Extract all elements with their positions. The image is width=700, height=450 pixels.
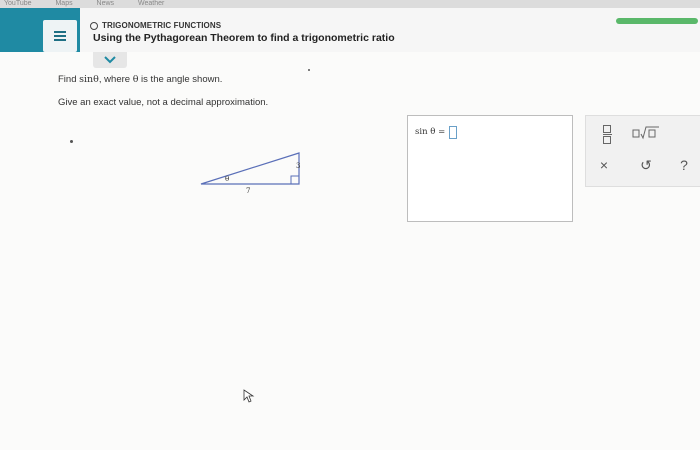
main-content — [0, 52, 700, 450]
browser-bookmarks-bar: YouTube Maps News Weather — [0, 0, 700, 8]
topic-label: TRIGONOMETRIC FUNCTIONS — [102, 21, 222, 30]
question-instruction: Give an exact value, not a decimal appro… — [58, 97, 269, 108]
side-label: 3 — [296, 162, 300, 170]
close-icon: × — [599, 157, 609, 173]
prompt-suffix: is the angle shown. — [138, 74, 223, 85]
undo-button[interactable]: ↺ — [638, 157, 654, 173]
bookmark-youtube[interactable]: YouTube — [4, 0, 32, 7]
topic-heading: TRIGONOMETRIC FUNCTIONS — [90, 21, 221, 30]
answer-label: sin θ = — [415, 127, 446, 137]
angle-label: θ — [225, 175, 229, 183]
page-title: Using the Pythagorean Theorem to find a … — [93, 32, 395, 44]
prompt-math: sinθ — [79, 74, 99, 85]
bookmark-weather[interactable]: Weather — [138, 0, 164, 7]
question-prompt: Find sinθ, where θ is the angle shown. — [58, 74, 222, 85]
hamburger-icon — [54, 30, 66, 42]
header-panel: TRIGONOMETRIC FUNCTIONS Using the Pythag… — [80, 8, 700, 52]
prompt-prefix: Find — [58, 74, 80, 85]
progress-bar — [616, 18, 698, 24]
clear-button[interactable]: × — [596, 157, 612, 173]
triangle-shape — [200, 152, 300, 185]
bookmark-news[interactable]: News — [97, 0, 115, 7]
header-left-bar — [0, 8, 26, 52]
topic-circle-icon — [90, 21, 98, 30]
fraction-button[interactable] — [600, 124, 614, 144]
menu-button[interactable] — [43, 20, 77, 52]
fraction-icon — [602, 124, 612, 144]
stray-dot — [70, 140, 73, 143]
sqrt-icon — [632, 126, 659, 140]
bookmark-maps[interactable]: Maps — [55, 0, 72, 7]
help-button[interactable]: ? — [676, 156, 692, 174]
prompt-middle: , where — [98, 74, 133, 85]
math-toolbar: × ↺ ? — [585, 115, 700, 187]
answer-input[interactable] — [449, 126, 457, 139]
help-icon: ? — [680, 157, 688, 173]
collapse-header-button[interactable] — [93, 52, 127, 68]
right-angle-marker — [290, 175, 300, 185]
base-label: 7 — [246, 187, 250, 195]
sqrt-button[interactable] — [632, 124, 660, 142]
undo-icon: ↺ — [640, 156, 652, 173]
mouse-cursor-icon — [243, 389, 255, 403]
stray-dot — [308, 69, 310, 71]
answer-box: sin θ = — [407, 115, 573, 222]
right-triangle-diagram: θ 7 3 — [200, 152, 300, 195]
chevron-down-icon — [104, 56, 116, 64]
